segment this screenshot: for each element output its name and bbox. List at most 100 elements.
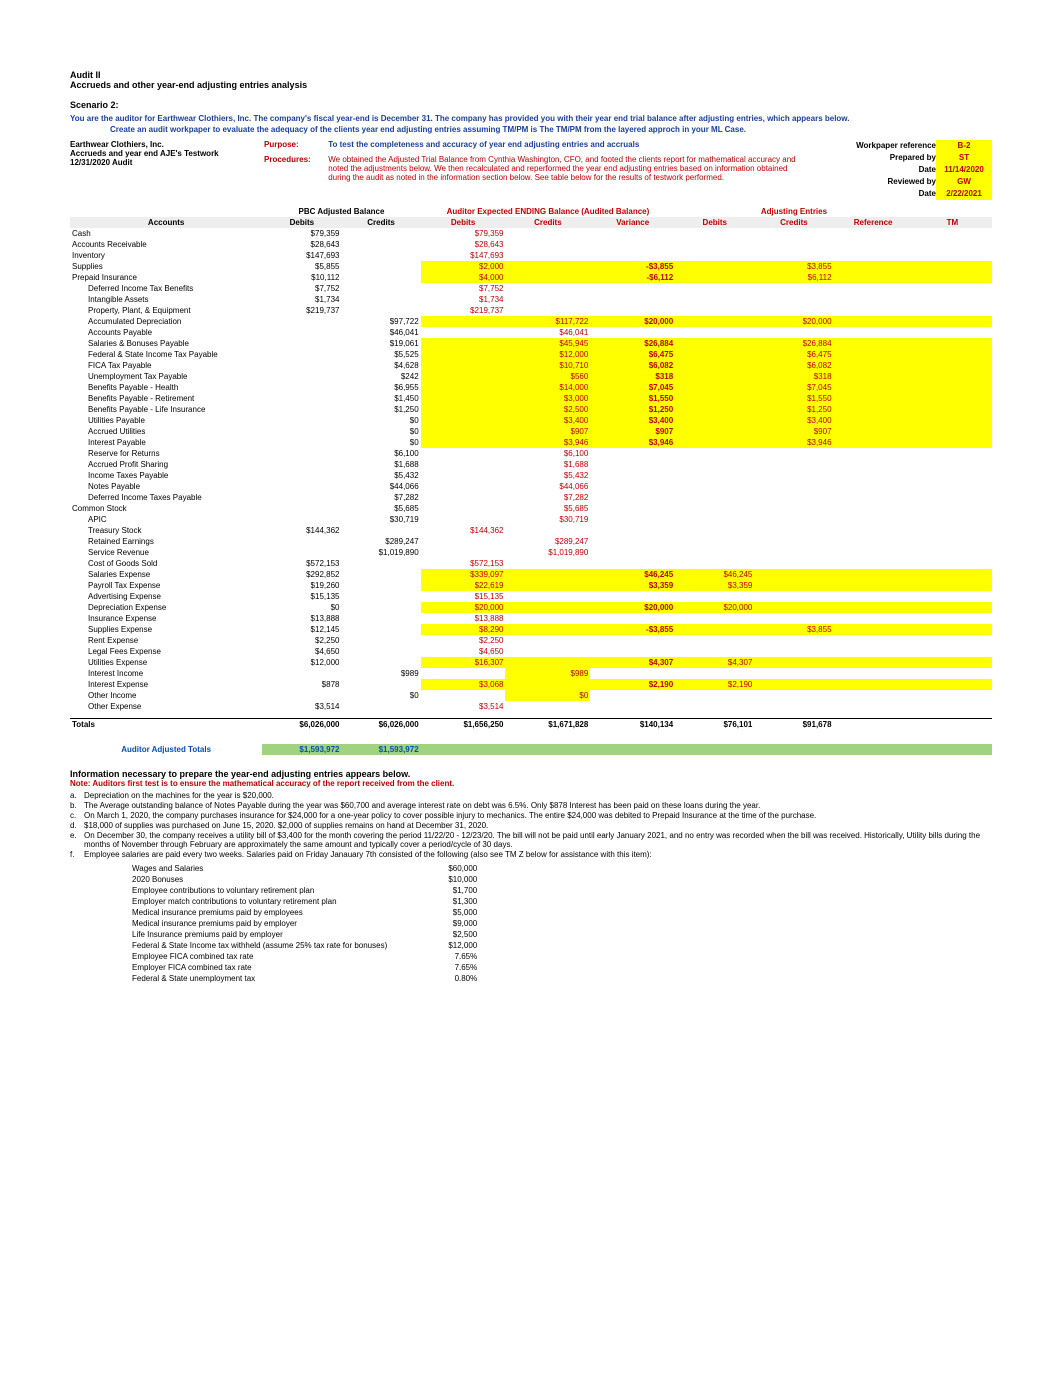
table-row: Accounts Receivable$28,643$28,643 xyxy=(70,239,992,250)
page-subtitle: Accrueds and other year-end adjusting en… xyxy=(70,80,992,90)
payroll-row: Employee contributions to voluntary reti… xyxy=(130,885,485,896)
table-row: Cash$79,359$79,359 xyxy=(70,228,992,239)
totals-adj-d: $76,101 xyxy=(675,718,754,730)
info-header: Information necessary to prepare the yea… xyxy=(70,769,992,779)
table-row: Income Taxes Payable$5,432$5,432 xyxy=(70,470,992,481)
table-row: Salaries & Bonuses Payable$19,061$45,945… xyxy=(70,338,992,349)
col-tm: TM xyxy=(913,217,992,228)
col-reference: Reference xyxy=(834,217,913,228)
table-row: Intangible Assets$1,734$1,734 xyxy=(70,294,992,305)
table-row: Accrued Profit Sharing$1,688$1,688 xyxy=(70,459,992,470)
ledger-table: PBC Adjusted Balance Auditor Expected EN… xyxy=(70,206,992,755)
wp-ref-label: Workpaper reference xyxy=(802,140,936,152)
col-aud-credits: Credits xyxy=(505,217,590,228)
table-row: Legal Fees Expense$4,650$4,650 xyxy=(70,646,992,657)
table-row: Interest Income$989$989 xyxy=(70,668,992,679)
col-pbc-credits: Credits xyxy=(341,217,420,228)
totals-adj-c: $91,678 xyxy=(754,718,833,730)
wp-prep-value: ST xyxy=(936,152,992,164)
wp-date2-value: 2/22/2021 xyxy=(936,188,992,200)
payroll-row: Federal & State unemployment tax0.80% xyxy=(130,973,485,984)
info-note: Note: Auditors first test is to ensure t… xyxy=(70,779,992,788)
payroll-row: Life Insurance premiums paid by employer… xyxy=(130,929,485,940)
table-row: Advertising Expense$15,135$15,135 xyxy=(70,591,992,602)
client-sub-2: 12/31/2020 Audit xyxy=(70,158,260,167)
payroll-row: Medical insurance premiums paid by emplo… xyxy=(130,907,485,918)
table-row: Supplies Expense$12,145$8,290-$3,855$3,8… xyxy=(70,624,992,635)
course-title: Audit II xyxy=(70,70,992,80)
table-row: Federal & State Income Tax Payable$5,525… xyxy=(70,349,992,360)
table-row: Unemployment Tax Payable$242$560$318$318 xyxy=(70,371,992,382)
auditor-header: Auditor Expected ENDING Balance (Audited… xyxy=(421,206,676,217)
table-row: Common Stock$5,685$5,685 xyxy=(70,503,992,514)
col-accounts: Accounts xyxy=(70,217,262,228)
procedures-text: We obtained the Adjusted Trial Balance f… xyxy=(328,155,796,182)
table-row: Other Expense$3,514$3,514 xyxy=(70,701,992,712)
table-row: Reserve for Returns$6,100$6,100 xyxy=(70,448,992,459)
table-row: Accumulated Depreciation$97,722$117,722$… xyxy=(70,316,992,327)
table-row: Treasury Stock$144,362$144,362 xyxy=(70,525,992,536)
notes-list: a.Depreciation on the machines for the y… xyxy=(70,791,992,859)
section-header-row: PBC Adjusted Balance Auditor Expected EN… xyxy=(70,206,992,217)
table-row: Deferred Income Tax Benefits$7,752$7,752 xyxy=(70,283,992,294)
payroll-row: Employer FICA combined tax rate7.65% xyxy=(130,962,485,973)
purpose-label: Purpose: xyxy=(264,140,326,149)
payroll-table: Wages and Salaries$60,0002020 Bonuses$10… xyxy=(130,863,485,984)
col-pbc-debits: Debits xyxy=(262,217,341,228)
payroll-row: Federal & State Income tax withheld (ass… xyxy=(130,940,485,951)
wp-prep-label: Prepared by xyxy=(802,152,936,164)
table-row: Salaries Expense$292,852$339,097$46,245$… xyxy=(70,569,992,580)
note-item: e.On December 30, the company receives a… xyxy=(70,831,992,849)
table-row: Utilities Payable$0$3,400$3,400$3,400 xyxy=(70,415,992,426)
table-row: Benefits Payable - Health$6,955$14,000$7… xyxy=(70,382,992,393)
client-sub-1: Accrueds and year end AJE's Testwork xyxy=(70,149,260,158)
col-adj-credits: Credits xyxy=(754,217,833,228)
pbc-header: PBC Adjusted Balance xyxy=(262,206,420,217)
col-adj-debits: Debits xyxy=(675,217,754,228)
workpaper-header: Earthwear Clothiers, Inc. Accrueds and y… xyxy=(70,140,992,200)
note-item: a.Depreciation on the machines for the y… xyxy=(70,791,992,800)
col-variance: Variance xyxy=(590,217,675,228)
scenario-label: Scenario 2: xyxy=(70,100,992,110)
col-aud-debits: Debits xyxy=(421,217,506,228)
table-row: Interest Payable$0$3,946$3,946$3,946 xyxy=(70,437,992,448)
totals-aud-d: $1,656,250 xyxy=(421,718,506,730)
table-row: Payroll Tax Expense$19,260$22,619$3,359$… xyxy=(70,580,992,591)
table-row: Property, Plant, & Equipment$219,737$219… xyxy=(70,305,992,316)
table-row: Accounts Payable$46,041$46,041 xyxy=(70,327,992,338)
auditor-totals-row: Auditor Adjusted Totals $1,593,972 $1,59… xyxy=(70,744,992,755)
table-row: APIC$30,719$30,719 xyxy=(70,514,992,525)
table-row: Retained Earnings$289,247$289,247 xyxy=(70,536,992,547)
totals-pbc-c: $6,026,000 xyxy=(341,718,420,730)
procedures-label: Procedures: xyxy=(264,155,326,164)
page-header: Audit II Accrueds and other year-end adj… xyxy=(70,70,992,90)
table-row: Inventory$147,693$147,693 xyxy=(70,250,992,261)
table-row: Depreciation Expense$0$20,000$20,000$20,… xyxy=(70,602,992,613)
wp-date1-label: Date xyxy=(802,164,936,176)
note-item: c.On March 1, 2020, the company purchase… xyxy=(70,811,992,820)
client-name: Earthwear Clothiers, Inc. xyxy=(70,140,260,149)
wp-labels: Workpaper reference Prepared by Date Rev… xyxy=(802,140,936,200)
table-row: Rent Expense$2,250$2,250 xyxy=(70,635,992,646)
totals-aud-c: $1,671,828 xyxy=(505,718,590,730)
intro-line-2: Create an audit workpaper to evaluate th… xyxy=(110,125,992,134)
payroll-row: Wages and Salaries$60,000 xyxy=(130,863,485,874)
intro-line-1: You are the auditor for Earthwear Clothi… xyxy=(70,114,992,123)
totals-pbc-d: $6,026,000 xyxy=(262,718,341,730)
note-item: f.Employee salaries are paid every two w… xyxy=(70,850,992,859)
wp-rev-label: Reviewed by xyxy=(802,176,936,188)
payroll-row: 2020 Bonuses$10,000 xyxy=(130,874,485,885)
table-row: Insurance Expense$13,888$13,888 xyxy=(70,613,992,624)
payroll-row: Employer match contributions to voluntar… xyxy=(130,896,485,907)
adjusting-header: Adjusting Entries xyxy=(675,206,913,217)
table-row: FICA Tax Payable$4,628$10,710$6,082$6,08… xyxy=(70,360,992,371)
totals-var: $140,134 xyxy=(590,718,675,730)
table-row: Deferred Income Taxes Payable$7,282$7,28… xyxy=(70,492,992,503)
table-row: Benefits Payable - Life Insurance$1,250$… xyxy=(70,404,992,415)
wp-values: B-2 ST 11/14/2020 GW 2/22/2021 xyxy=(936,140,992,200)
table-row: Accrued Utilities$0$907$907$907 xyxy=(70,426,992,437)
totals-row: Totals $6,026,000 $6,026,000 $1,656,250 … xyxy=(70,718,992,730)
note-item: b.The Average outstanding balance of Not… xyxy=(70,801,992,810)
purpose-text: To test the completeness and accuracy of… xyxy=(328,140,639,149)
table-row: Cost of Goods Sold$572,153$572,153 xyxy=(70,558,992,569)
